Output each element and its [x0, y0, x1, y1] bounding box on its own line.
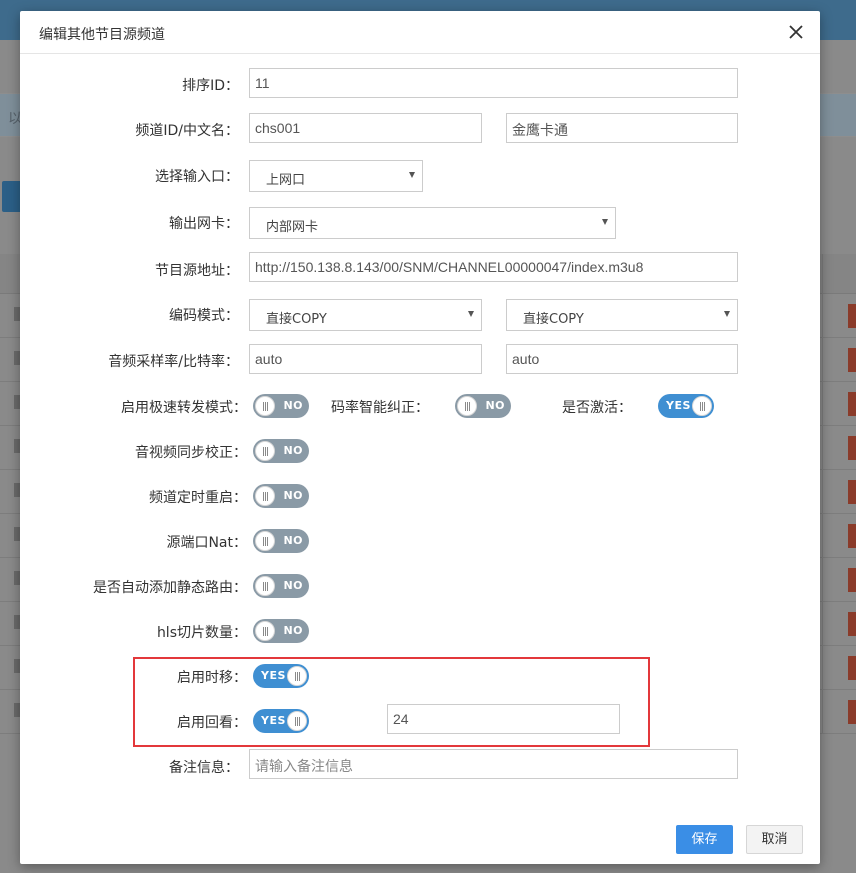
timed-restart-label: 频道定时重启：: [149, 490, 247, 506]
chevron-down-icon: [468, 311, 474, 317]
edit-channel-dialog: 编辑其他节目源频道 排序ID： 11 频道ID/中文名： chs001 金鹰卡通…: [20, 11, 820, 864]
av-sync-label: 音视频同步校正：: [135, 445, 247, 461]
bitrate-correct-label: 码率智能纠正：: [331, 400, 429, 416]
input-port-label: 选择输入口：: [155, 169, 239, 185]
remark-input[interactable]: 请输入备注信息: [249, 749, 738, 779]
activate-label: 是否激活：: [562, 400, 632, 416]
channel-name-input[interactable]: 金鹰卡通: [506, 113, 738, 143]
chevron-down-icon: [409, 172, 415, 178]
playback-label: 启用回看：: [177, 715, 247, 731]
auto-route-label: 是否自动添加静态路由：: [93, 580, 247, 596]
background-row-button: [848, 392, 856, 416]
sort-id-input[interactable]: 11: [249, 68, 738, 98]
playback-toggle[interactable]: YES: [253, 709, 309, 733]
hls-count-label: hls切片数量：: [156, 625, 247, 641]
input-port-select[interactable]: 上网口: [249, 160, 423, 192]
timeshift-toggle[interactable]: YES: [253, 664, 309, 688]
hls-count-toggle[interactable]: NO: [253, 619, 309, 643]
bitrate-correct-toggle[interactable]: NO: [455, 394, 511, 418]
chevron-down-icon: [602, 219, 608, 225]
encode-mode-label: 编码模式：: [169, 308, 239, 324]
source-url-input[interactable]: http://150.138.8.143/00/SNM/CHANNEL00000…: [249, 252, 738, 282]
audio-bitrate-input[interactable]: auto: [506, 344, 738, 374]
cancel-button[interactable]: 取消: [746, 825, 803, 854]
timed-restart-toggle[interactable]: NO: [253, 484, 309, 508]
close-icon[interactable]: [786, 21, 806, 43]
output-nic-label: 输出网卡：: [169, 216, 239, 232]
sort-id-label: 排序ID：: [182, 78, 239, 94]
dialog-header: 编辑其他节目源频道: [20, 11, 820, 54]
background-row-button: [848, 436, 856, 460]
background-row-button: [848, 348, 856, 372]
dialog-title: 编辑其他节目源频道: [39, 27, 165, 43]
source-nat-toggle[interactable]: NO: [253, 529, 309, 553]
remark-label: 备注信息：: [169, 760, 239, 776]
audio-rate-label: 音频采样率/比特率：: [108, 354, 239, 370]
activate-toggle[interactable]: YES: [658, 394, 714, 418]
background-row-button: [848, 568, 856, 592]
source-url-label: 节目源地址：: [155, 263, 239, 279]
auto-route-toggle[interactable]: NO: [253, 574, 309, 598]
input-port-selected: 上网口: [266, 173, 306, 188]
background-row-button: [848, 480, 856, 504]
audio-encode-selected: 直接COPY: [523, 312, 584, 327]
video-encode-selected: 直接COPY: [266, 312, 327, 327]
background-row-button: [848, 524, 856, 548]
playback-hours-input[interactable]: 24: [387, 704, 620, 734]
save-button[interactable]: 保存: [676, 825, 733, 854]
audio-sample-input[interactable]: auto: [249, 344, 482, 374]
fast-forward-label: 启用极速转发模式：: [121, 400, 247, 416]
video-encode-select[interactable]: 直接COPY: [249, 299, 482, 331]
background-row-button: [848, 700, 856, 724]
channel-label: 频道ID/中文名：: [135, 123, 239, 139]
background-row-button: [848, 304, 856, 328]
fast-forward-toggle[interactable]: NO: [253, 394, 309, 418]
timeshift-label: 启用时移：: [177, 670, 247, 686]
chevron-down-icon: [724, 311, 730, 317]
channel-id-input[interactable]: chs001: [249, 113, 482, 143]
background-row-button: [848, 612, 856, 636]
output-nic-selected: 内部网卡: [266, 220, 319, 235]
source-nat-label: 源端口Nat：: [166, 535, 247, 551]
background-row-button: [848, 656, 856, 680]
output-nic-select[interactable]: 内部网卡: [249, 207, 616, 239]
audio-encode-select[interactable]: 直接COPY: [506, 299, 738, 331]
av-sync-toggle[interactable]: NO: [253, 439, 309, 463]
